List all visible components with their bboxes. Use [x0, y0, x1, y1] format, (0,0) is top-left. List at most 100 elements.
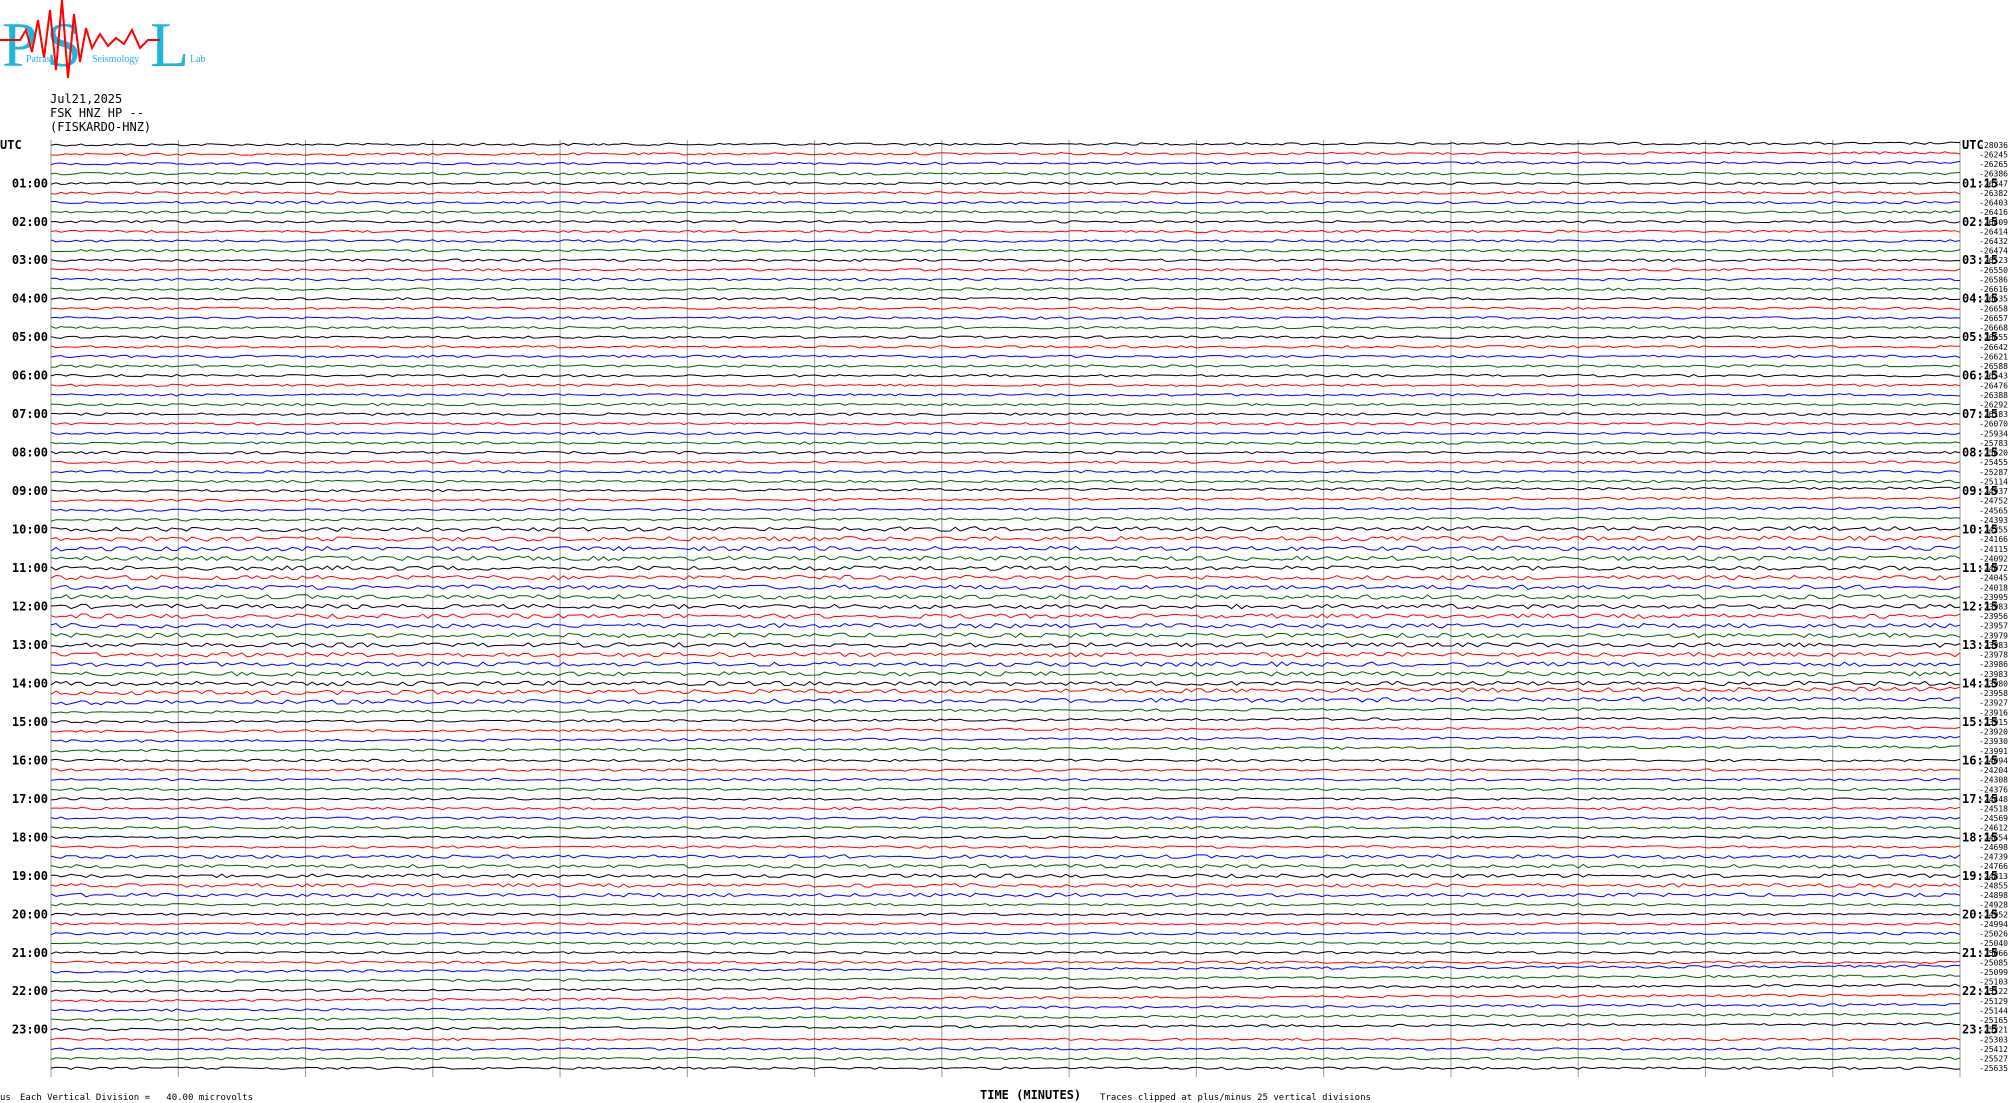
seismic-trace [50, 258, 1960, 262]
trace-offset-value: -26474 [1979, 247, 2008, 256]
trace-offset-value: -24937 [1979, 487, 2008, 496]
trace-offset-value: -25066 [1979, 949, 2008, 958]
trace-offset-value: -26635 [1979, 295, 2008, 304]
trace-offset-value: -25635 [1979, 1064, 2008, 1073]
trace-offset-value: -26657 [1979, 314, 2008, 323]
seismic-trace [50, 883, 1961, 888]
x-axis-title: TIME (MINUTES) [980, 1088, 1082, 1102]
seismic-trace [50, 373, 1961, 378]
seismic-trace [50, 555, 1961, 562]
seismic-trace [50, 545, 1961, 552]
seismic-trace [50, 951, 1961, 955]
trace-offset-value: -23983 [1979, 603, 2008, 612]
left-hour-label: 18:00 [12, 830, 48, 844]
seismic-trace [50, 661, 1961, 668]
seismic-trace [50, 594, 1961, 600]
trace-offset-value: -26621 [1979, 352, 2008, 361]
seismic-trace [50, 983, 1961, 993]
trace-offset-value: -25527 [1979, 1055, 2008, 1064]
trace-offset-value: -25934 [1979, 429, 2008, 438]
seismic-trace [50, 574, 1961, 581]
left-hour-label: 09:00 [12, 484, 48, 498]
trace-offset-value: -24518 [1979, 804, 2008, 813]
seismic-trace [50, 892, 1961, 898]
left-hour-label: 16:00 [12, 753, 48, 767]
seismic-trace [50, 845, 1961, 849]
seismic-trace [50, 239, 1961, 243]
trace-offset-value: -25221 [1979, 1026, 2008, 1035]
seismic-trace [50, 825, 1961, 830]
seismic-trace [50, 745, 1961, 753]
trace-offset-value: -24166 [1979, 535, 2008, 544]
seismic-trace [50, 277, 1961, 282]
trace-offset-value: -24569 [1979, 814, 2008, 823]
seismic-trace [50, 160, 1961, 166]
seismic-trace [51, 200, 1961, 205]
seismic-trace [50, 642, 1961, 648]
trace-offset-value: -25103 [1979, 978, 2008, 987]
left-hour-label: 08:00 [12, 446, 48, 460]
trace-offset-value: -24654 [1979, 833, 2008, 842]
seismic-trace [50, 141, 1961, 147]
trace-offset-value: -26655 [1979, 333, 2008, 342]
seismic-trace [50, 960, 1961, 965]
left-hour-label: 11:00 [12, 561, 48, 575]
seismic-trace [50, 686, 1961, 696]
trace-offset-value: -24813 [1979, 872, 2008, 881]
trace-offset-value: -24115 [1979, 545, 2008, 554]
trace-offset-value: -23980 [1979, 679, 2008, 688]
trace-offset-value: -24928 [1979, 901, 2008, 910]
footer-mark: us [0, 1093, 11, 1103]
trace-offset-value: -26388 [1979, 391, 2008, 400]
trace-offset-value: -25026 [1979, 930, 2008, 939]
trace-offset-value: -24448 [1979, 795, 2008, 804]
seismic-trace [50, 345, 1960, 349]
trace-offset-value: -26183 [1979, 410, 2008, 419]
seismic-trace [50, 873, 1961, 879]
left-hour-label: 12:00 [12, 600, 48, 614]
seismic-trace [50, 603, 1961, 610]
trace-offset-value: -24855 [1979, 881, 2008, 890]
trace-offset-value: -24072 [1979, 564, 2008, 573]
left-hour-label: 22:00 [12, 984, 48, 998]
trace-offset-value: -23957 [1979, 622, 2008, 631]
scale-note: Each Vertical Division = 40.00 microvolt… [20, 1093, 253, 1103]
trace-offset-value: -25455 [1979, 458, 2008, 467]
trace-offset-value: -24376 [1979, 785, 2008, 794]
seismic-trace [50, 777, 1961, 782]
trace-offset-value: -25085 [1979, 958, 2008, 967]
trace-offset-value: -23979 [1979, 631, 2008, 640]
trace-offset-value: -25144 [1979, 1006, 2008, 1015]
seismic-trace [50, 1022, 1961, 1032]
seismic-trace [51, 941, 1961, 945]
left-hour-label: 10:00 [12, 523, 48, 537]
trace-offset-value: -23930 [1979, 737, 2008, 746]
left-hour-label: 15:00 [12, 715, 48, 729]
trace-offset-value: -26070 [1979, 420, 2008, 429]
trace-offset-value: -26543 [1979, 372, 2008, 381]
left-hour-label: 21:00 [12, 946, 48, 960]
seismic-trace [50, 854, 1961, 859]
trace-offset-value: -24255 [1979, 526, 2008, 535]
trace-offset-value: -26347 [1979, 179, 2008, 188]
seismic-trace [50, 993, 1961, 1003]
trace-offset-value: -24612 [1979, 824, 2008, 833]
trace-offset-value: -26476 [1979, 381, 2008, 390]
seismic-trace [50, 1037, 1961, 1042]
seismic-trace [50, 248, 1961, 253]
trace-offset-value: -26382 [1979, 189, 2008, 198]
trace-offset-value: -26386 [1979, 170, 2008, 179]
trace-offset-value: -24308 [1979, 776, 2008, 785]
seismic-trace [50, 354, 1961, 359]
seismic-trace [50, 1056, 1961, 1061]
seismic-trace [50, 584, 1961, 591]
seismic-trace [51, 651, 1961, 658]
trace-offset-value: -23956 [1979, 612, 2008, 621]
seismic-trace [50, 296, 1961, 301]
trace-offset-value: -26414 [1979, 227, 2008, 236]
trace-offset-value: -24045 [1979, 574, 2008, 583]
seismic-trace [50, 470, 1961, 474]
seismic-trace [50, 758, 1961, 763]
seismic-trace [50, 171, 1961, 176]
trace-offset-value: -23995 [1979, 593, 2008, 602]
